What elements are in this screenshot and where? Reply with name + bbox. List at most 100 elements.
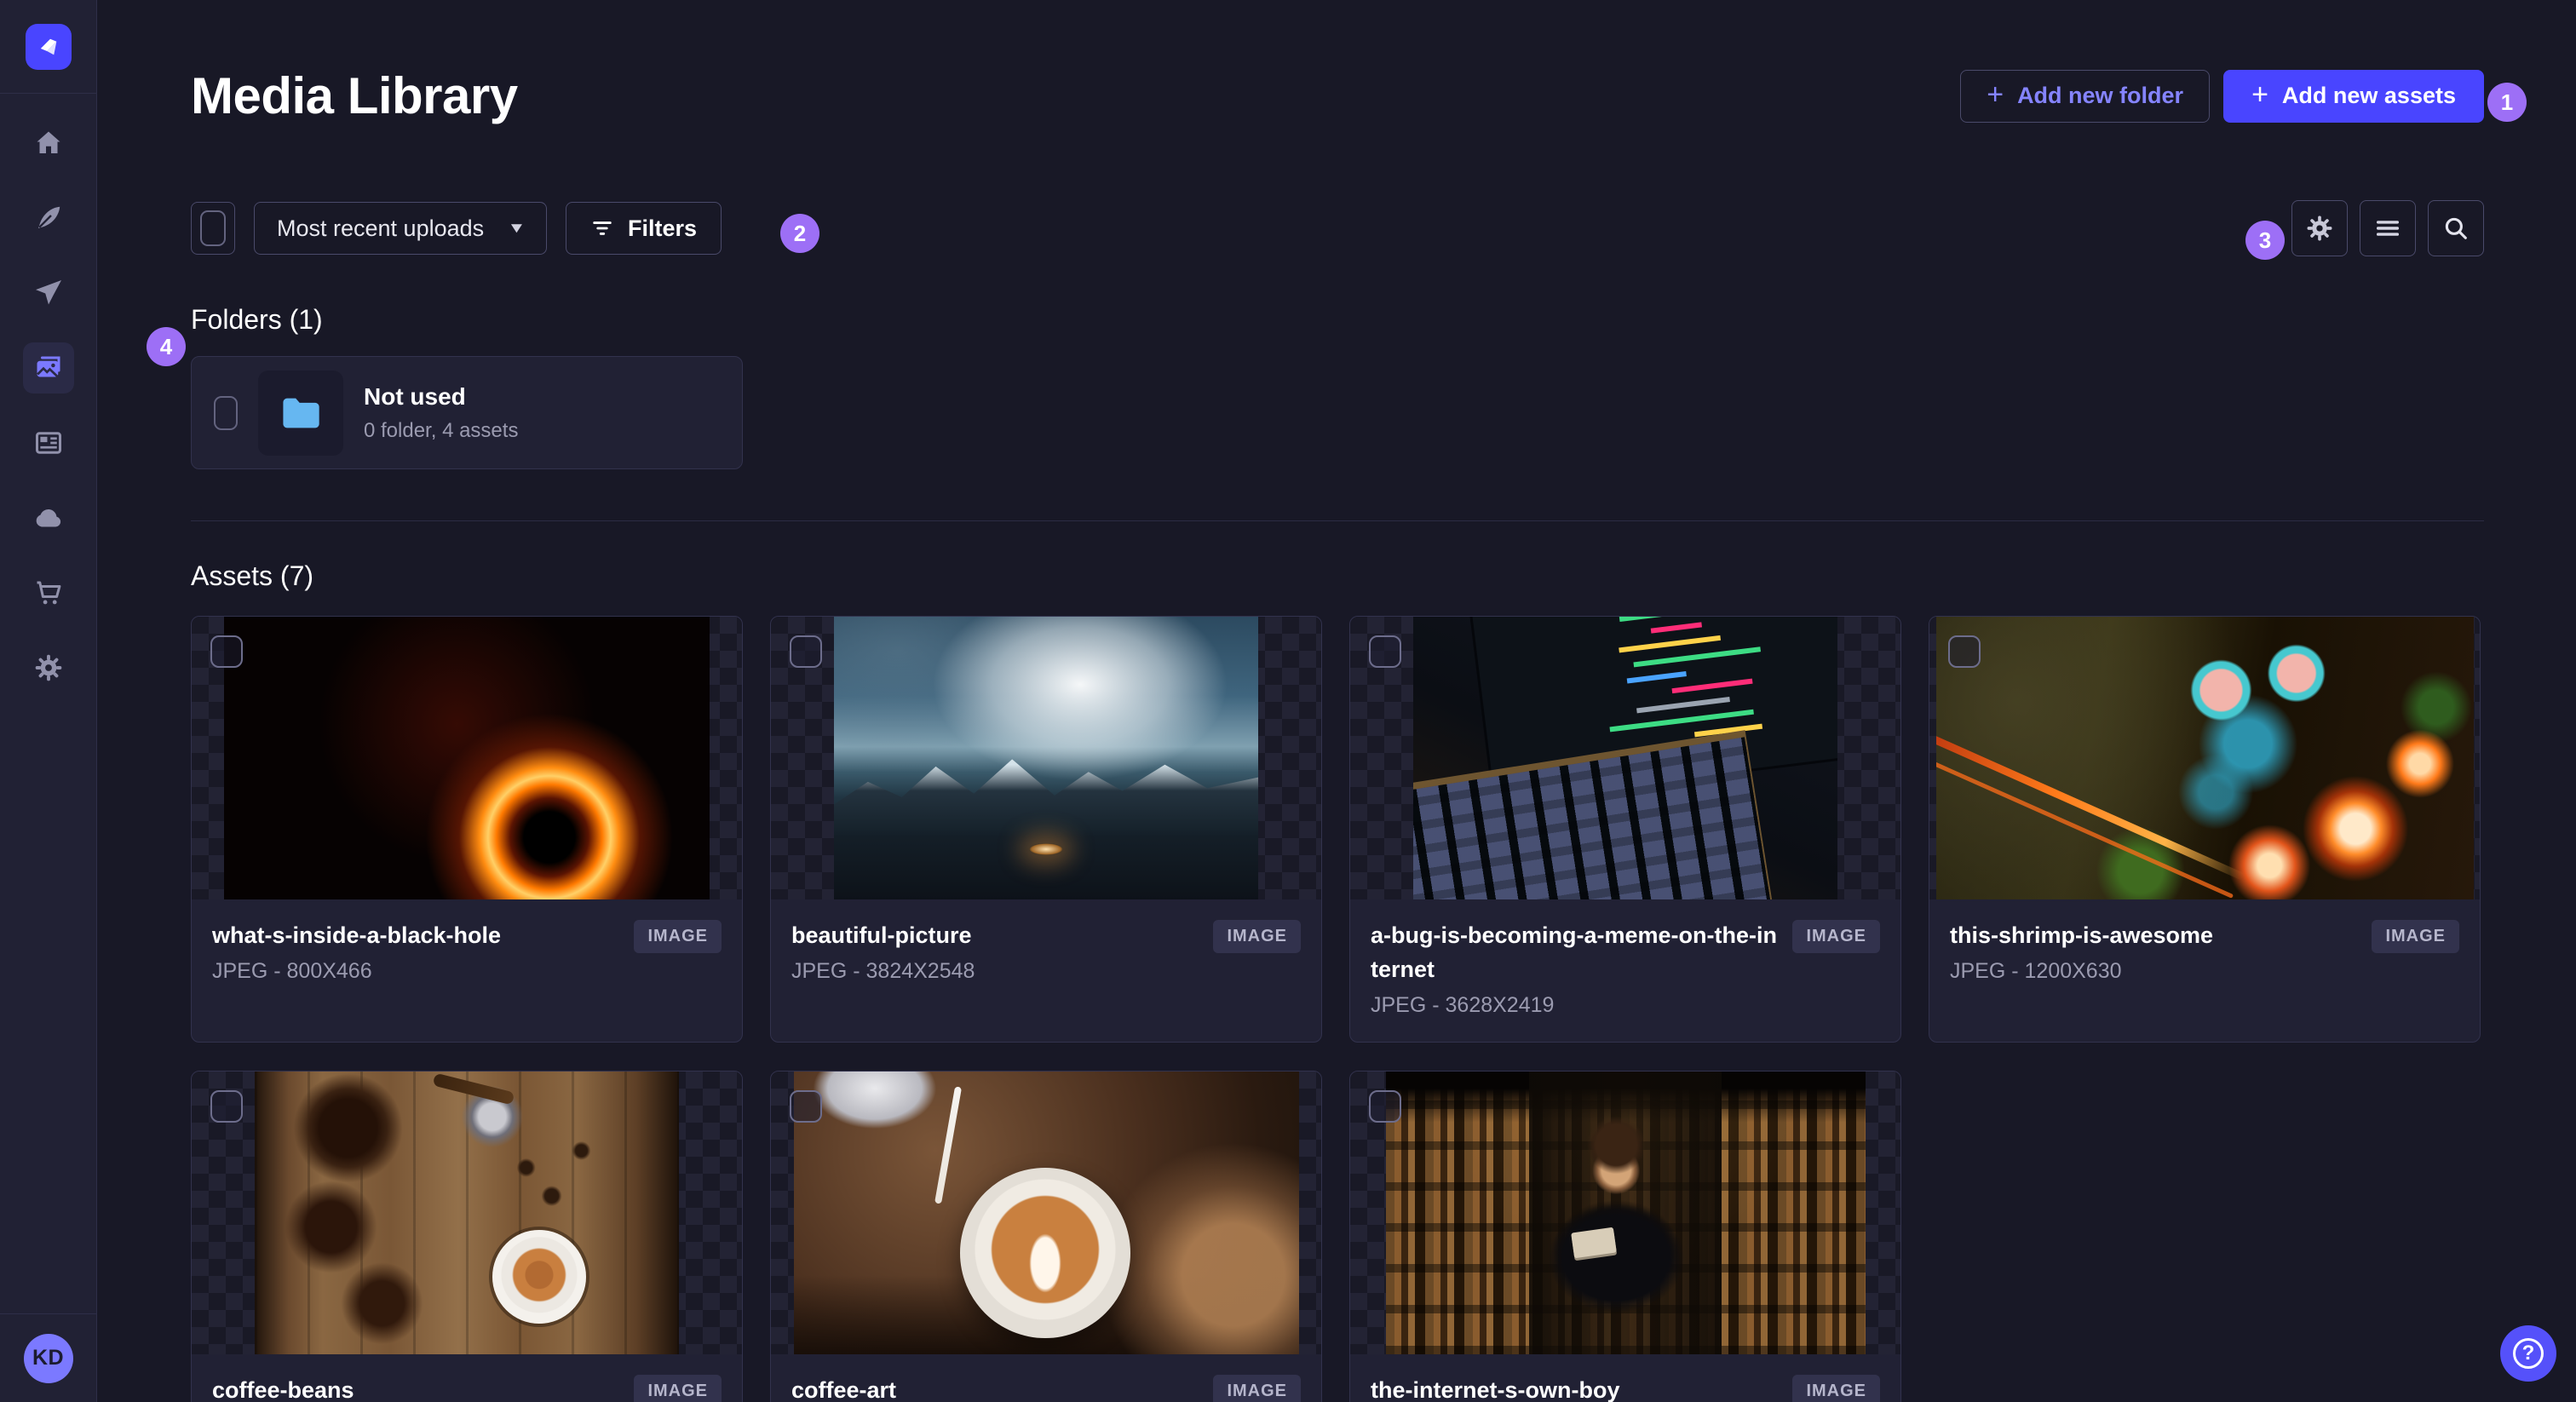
folder-checkbox[interactable]: [214, 395, 238, 430]
folders-section: Folders (1) Not used 0 folder, 4 assets: [191, 304, 2484, 469]
annotation-badge-4: 4: [147, 327, 186, 366]
asset-card[interactable]: beautiful-picture JPEG - 3824X2548 IMAGE: [770, 616, 1322, 1043]
gear-icon: [33, 652, 64, 683]
list-icon: [2373, 214, 2402, 243]
asset-checkbox[interactable]: [1948, 635, 1981, 668]
asset-text: the-internet-s-own-boy JPEG - 1200X707: [1371, 1373, 1619, 1402]
asset-card[interactable]: coffee-art JPEG - 5824X3259 IMAGE: [770, 1071, 1322, 1402]
asset-checkbox[interactable]: [210, 1090, 243, 1123]
asset-title: the-internet-s-own-boy: [1371, 1377, 1620, 1402]
asset-text: a-bug-is-becoming-a-meme-on-the-internet…: [1371, 918, 1777, 1018]
asset-thumbnail: [771, 617, 1321, 899]
asset-card[interactable]: a-bug-is-becoming-a-meme-on-the-internet…: [1349, 616, 1901, 1043]
asset-card[interactable]: what-s-inside-a-black-hole JPEG - 800X46…: [191, 616, 743, 1043]
asset-image-black-hole: [224, 617, 710, 899]
toolbar: Most recent uploads ▼ Filters: [191, 200, 2484, 256]
asset-image-coffee-art: [793, 1072, 1299, 1354]
sidebar-item-marketplace[interactable]: [23, 567, 74, 618]
user-avatar[interactable]: KD: [23, 1333, 73, 1383]
asset-thumbnail: [1350, 1072, 1900, 1354]
cloud-icon: [33, 503, 64, 533]
feather-icon: [33, 203, 64, 233]
asset-type-badge: IMAGE: [634, 920, 722, 953]
filters-label: Filters: [627, 215, 697, 241]
assets-grid: what-s-inside-a-black-hole JPEG - 800X46…: [191, 616, 2484, 1402]
asset-image-coffee-beans: [255, 1072, 679, 1354]
select-all-checkbox[interactable]: [200, 210, 226, 246]
annotation-badge-3: 3: [2245, 221, 2285, 260]
home-icon: [33, 128, 64, 158]
folder-card[interactable]: Not used 0 folder, 4 assets: [191, 356, 743, 469]
asset-checkbox[interactable]: [1369, 635, 1401, 668]
add-new-assets-label: Add new assets: [2281, 83, 2456, 108]
toolbar-right: [2291, 200, 2484, 256]
asset-card[interactable]: coffee-beans JPEG - 5021X3347 IMAGE: [191, 1071, 743, 1402]
asset-card[interactable]: the-internet-s-own-boy JPEG - 1200X707 I…: [1349, 1071, 1901, 1402]
asset-meta: JPEG - 1200X630: [1950, 959, 2122, 983]
asset-thumbnail: [1929, 617, 2480, 899]
plus-icon: +: [1987, 78, 2004, 111]
asset-thumbnail: [771, 1072, 1321, 1354]
asset-text: coffee-art JPEG - 5824X3259: [791, 1373, 975, 1402]
sidebar-item-content-builder[interactable]: [23, 192, 74, 244]
sidebar-item-deploy[interactable]: [23, 492, 74, 543]
sidebar-item-releases[interactable]: [23, 267, 74, 319]
folder-icon: [279, 391, 323, 435]
folder-meta: 0 folder, 4 assets: [364, 418, 519, 442]
folders-heading: Folders (1): [191, 304, 323, 335]
filters-button[interactable]: Filters: [565, 202, 722, 255]
asset-title: what-s-inside-a-black-hole: [212, 922, 502, 948]
add-new-folder-button[interactable]: + Add new folder: [1960, 69, 2211, 123]
sidebar-item-content-manager[interactable]: [23, 417, 74, 468]
asset-card[interactable]: this-shrimp-is-awesome JPEG - 1200X630 I…: [1929, 616, 2481, 1043]
asset-meta: JPEG - 3628X2419: [1371, 993, 1555, 1017]
list-view-button[interactable]: [2360, 200, 2416, 256]
sort-select[interactable]: Most recent uploads ▼: [254, 202, 547, 255]
person-figure: [1385, 1072, 1866, 1354]
view-settings-button[interactable]: [2291, 200, 2348, 256]
plus-icon: +: [2251, 78, 2268, 111]
help-button[interactable]: ?: [2500, 1325, 2556, 1382]
asset-text: coffee-beans JPEG - 5021X3347: [212, 1373, 395, 1402]
page-title: Media Library: [191, 67, 518, 124]
asset-meta: JPEG - 800X466: [212, 959, 372, 983]
sidebar-item-media-library[interactable]: [22, 342, 74, 394]
toolbar-left: Most recent uploads ▼ Filters: [191, 202, 722, 255]
paper-plane-icon: [33, 278, 64, 308]
folder-icon-tile: [258, 370, 343, 456]
asset-thumbnail: [1350, 617, 1900, 899]
asset-title: a-bug-is-becoming-a-meme-on-the-internet: [1371, 922, 1777, 982]
asset-type-badge: IMAGE: [2372, 920, 2459, 953]
asset-title: coffee-beans: [212, 1377, 354, 1402]
assets-section: Assets (7) what-s-inside-a-black-hole JP…: [191, 560, 2484, 1402]
asset-image-laptop-code: [1413, 617, 1837, 899]
filter-icon: [590, 216, 614, 240]
sidebar-item-home[interactable]: [23, 118, 74, 169]
asset-image-shrimp: [1935, 617, 2474, 899]
asset-checkbox[interactable]: [790, 635, 822, 668]
content-manager-icon: [33, 428, 64, 458]
asset-checkbox[interactable]: [210, 635, 243, 668]
search-button[interactable]: [2428, 200, 2484, 256]
strapi-logo[interactable]: [25, 23, 72, 70]
asset-caption: coffee-art JPEG - 5824X3259 IMAGE: [771, 1354, 1321, 1402]
logo-container: [0, 0, 96, 94]
asset-caption: a-bug-is-becoming-a-meme-on-the-internet…: [1350, 899, 1900, 1042]
media-library-icon: [33, 353, 64, 383]
asset-image-mountains: [834, 617, 1258, 899]
select-all-checkbox-container[interactable]: [191, 202, 235, 255]
page-header: Media Library + Add new folder + Add new…: [191, 66, 2484, 125]
asset-caption: this-shrimp-is-awesome JPEG - 1200X630 I…: [1929, 899, 2480, 1008]
asset-checkbox[interactable]: [1369, 1090, 1401, 1123]
asset-checkbox[interactable]: [790, 1090, 822, 1123]
annotation-badge-2: 2: [780, 214, 819, 253]
asset-title: this-shrimp-is-awesome: [1950, 922, 2214, 948]
asset-text: what-s-inside-a-black-hole JPEG - 800X46…: [212, 918, 501, 984]
add-new-assets-button[interactable]: + Add new assets: [2223, 69, 2484, 123]
asset-thumbnail: [192, 617, 742, 899]
chevron-down-icon: ▼: [507, 220, 526, 236]
asset-text: this-shrimp-is-awesome JPEG - 1200X630: [1950, 918, 2213, 984]
asset-meta: JPEG - 3824X2548: [791, 959, 975, 983]
folder-name: Not used: [364, 382, 466, 410]
sidebar-item-settings[interactable]: [23, 642, 74, 693]
